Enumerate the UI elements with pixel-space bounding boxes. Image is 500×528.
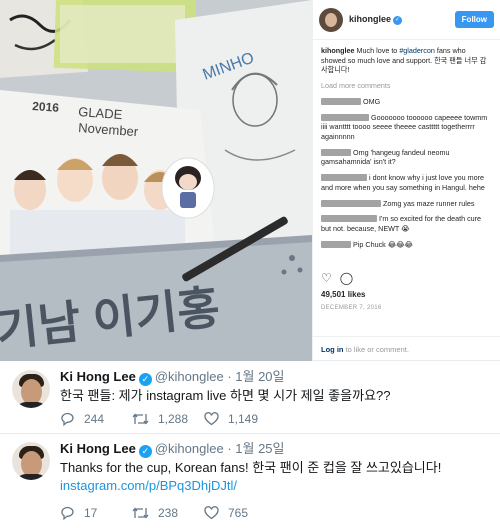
avatar[interactable] (12, 370, 50, 408)
reply-icon (60, 506, 75, 520)
tweet-text: Thanks for the cup, Korean fans! 한국 팬이 준… (60, 459, 490, 495)
post-header: kihonglee ✓ Follow (313, 0, 500, 40)
verified-icon: ✓ (393, 16, 403, 25)
comment-item: Zomg yas maze runner rules (321, 199, 492, 209)
post-sidebar: kihonglee ✓ Follow kihonglee Much love to… (312, 0, 500, 361)
redacted-username (321, 199, 381, 207)
caption-user[interactable]: kihonglee (321, 46, 355, 55)
heart-icon (204, 412, 219, 426)
redacted-username (321, 174, 367, 182)
profile-avatar[interactable] (319, 7, 343, 32)
reply-button[interactable]: 244 (60, 412, 132, 426)
post-photo[interactable]: MINHO 2016 GLADE November 기남 이기홍 (0, 0, 312, 361)
likes-count[interactable]: 49,501 likes (321, 290, 365, 299)
retweet-icon (132, 506, 149, 520)
tweet-timestamp[interactable]: 1월 25일 (235, 441, 284, 456)
comment-text: Zomg yas maze runner rules (383, 198, 475, 208)
caption-text-1: Much love to (354, 46, 400, 55)
redacted-username (321, 240, 351, 248)
redacted-username (321, 148, 351, 156)
login-link[interactable]: Log in (321, 345, 344, 354)
tweet-text: 한국 팬들: 제가 instagram live 하면 몇 시가 제일 좋을까요… (60, 388, 391, 403)
calendar-brand: GLADE (78, 104, 123, 122)
redacted-username (321, 113, 369, 121)
separator-dot: · (223, 369, 236, 384)
heart-icon (204, 506, 219, 520)
follow-button[interactable]: Follow (454, 11, 494, 28)
comment-item: Gooooooo toooooo capeeee towmm iiii want… (321, 113, 492, 142)
retweet-icon (132, 412, 149, 426)
calendar-year: 2016 (32, 99, 60, 115)
display-name[interactable]: Ki Hong Lee (60, 441, 136, 456)
tweet-actions: 244 1,288 1,149 (60, 412, 276, 426)
user-handle[interactable]: @kihonglee (155, 441, 224, 456)
tweet-body: Ki Hong Lee ✓ @kihonglee · 1월 20일 한국 팬들: 제… (60, 368, 490, 405)
redacted-username (321, 215, 377, 223)
tweet-header: Ki Hong Lee ✓ @kihonglee · 1월 20일 (60, 368, 490, 386)
verified-badge-icon: ✓ (138, 445, 152, 458)
retweet-button[interactable]: 1,288 (132, 412, 204, 426)
username-text[interactable]: kihonglee (349, 14, 391, 24)
post-actions: ♡ ◯ (321, 272, 353, 284)
comments-list: kihonglee Much love to #gladercon fans w… (313, 40, 500, 267)
like-count: 1,149 (228, 412, 259, 426)
avatar[interactable] (12, 442, 50, 480)
instagram-embed: MINHO 2016 GLADE November 기남 이기홍 kihongl… (0, 0, 500, 361)
reply-count: 244 (84, 412, 105, 426)
like-button[interactable]: 1,149 (204, 412, 276, 426)
tweet-header: Ki Hong Lee ✓ @kihonglee · 1월 25일 (60, 440, 490, 458)
comment-text: OMG (363, 96, 381, 106)
login-prompt: Log in to like or comment. (313, 336, 500, 362)
reply-count: 17 (84, 506, 98, 520)
heart-icon[interactable]: ♡ (321, 272, 332, 284)
redacted-username (321, 97, 361, 105)
load-more-comments-link[interactable]: Load more comments (321, 81, 492, 91)
comment-item: I'm so excited for the death cure but no… (321, 214, 492, 233)
separator-dot: · (223, 441, 236, 456)
like-count: 765 (228, 506, 249, 520)
tweet-link[interactable]: instagram.com/p/BPq3DhjDJtl/ (60, 477, 490, 495)
tweet-actions: 17 238 765 (60, 506, 276, 520)
photo-illustration: MINHO 2016 GLADE November 기남 이기홍 (0, 0, 312, 361)
hashtag-link[interactable]: #gladercon (399, 46, 435, 55)
login-prompt-text: to like or comment. (343, 345, 409, 354)
reply-icon (60, 412, 75, 426)
comment-item: Omg 'hangeug fandeul neomu gamsahamnida'… (321, 148, 492, 167)
tweet-text-content: Thanks for the cup, Korean fans! 한국 팬이 준… (60, 460, 442, 475)
user-handle[interactable]: @kihonglee (155, 369, 224, 384)
tweet-body: Ki Hong Lee ✓ @kihonglee · 1월 25일 Thanks f… (60, 440, 490, 495)
profile-username[interactable]: kihonglee ✓ (349, 14, 403, 25)
like-button[interactable]: 765 (204, 506, 276, 520)
retweet-button[interactable]: 238 (132, 506, 204, 520)
comment-item: Pip Chuck 😂😂😂 (321, 240, 492, 250)
comment-item: OMG (321, 97, 492, 107)
comment-item: i dont know why i just love you more and… (321, 173, 492, 192)
tweet[interactable]: Ki Hong Lee ✓ @kihonglee · 1월 20일 한국 팬들: 제… (0, 362, 500, 434)
post-date[interactable]: DECEMBER 7, 2016 (321, 305, 382, 311)
comment-icon[interactable]: ◯ (340, 272, 353, 284)
retweet-count: 1,288 (158, 412, 189, 426)
tweet[interactable]: Ki Hong Lee ✓ @kihonglee · 1월 25일 Thanks f… (0, 434, 500, 528)
tweet-timestamp[interactable]: 1월 20일 (235, 369, 284, 384)
retweet-count: 238 (158, 506, 179, 520)
comment-text: Pip Chuck 😂😂😂 (353, 239, 413, 249)
display-name[interactable]: Ki Hong Lee (60, 369, 136, 384)
reply-button[interactable]: 17 (60, 506, 132, 520)
caption: kihonglee Much love to #gladercon fans w… (321, 46, 492, 75)
verified-badge-icon: ✓ (138, 373, 152, 386)
